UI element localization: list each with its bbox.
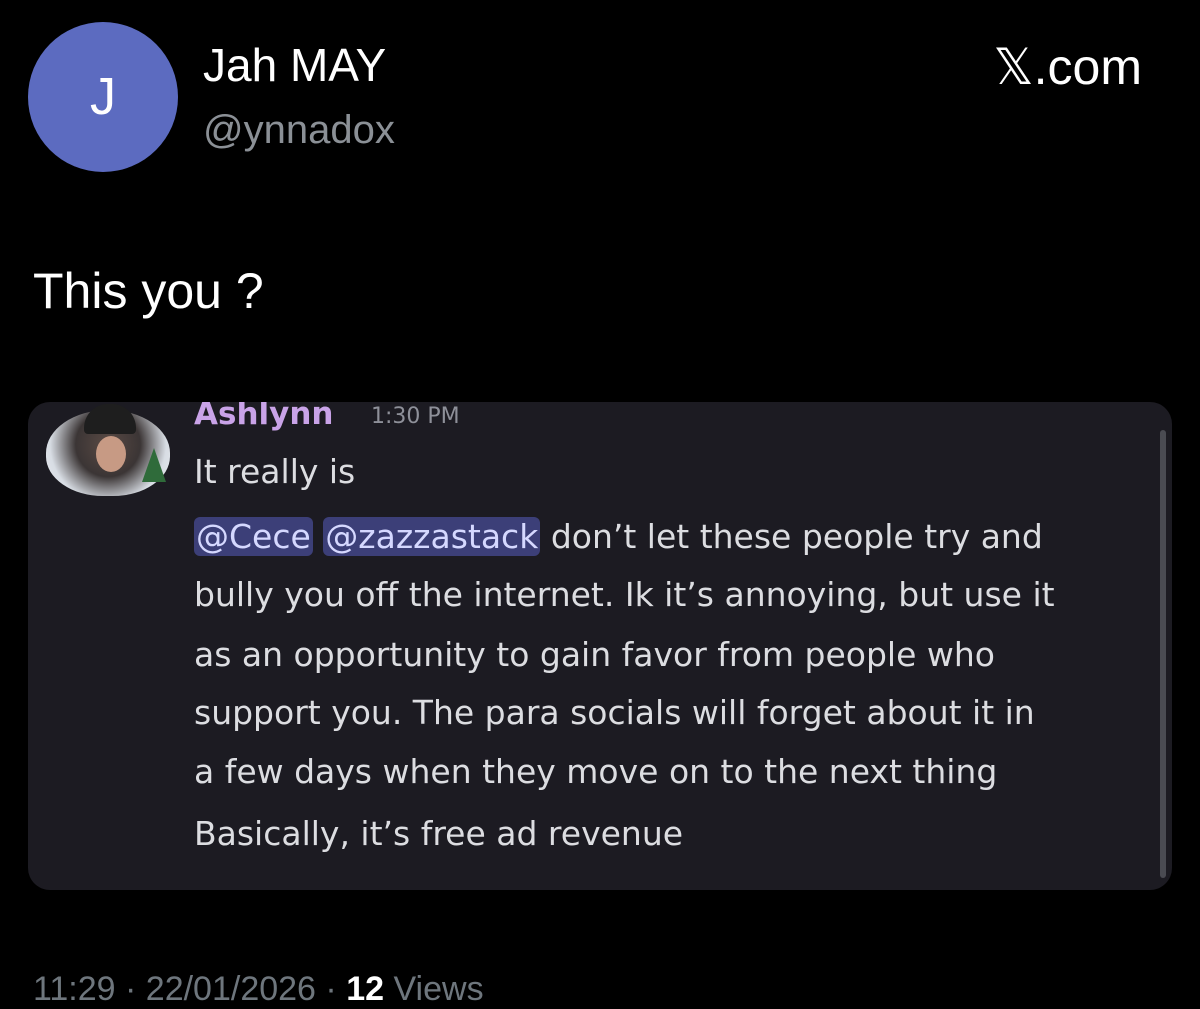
message-timestamp: 1:30 PM bbox=[371, 404, 460, 429]
message-line-1: It really is bbox=[194, 452, 356, 491]
embedded-screenshot: Ashlynn 1:30 PM It really is @Cece @zazz… bbox=[28, 402, 1172, 890]
message-author-avatar bbox=[46, 404, 170, 496]
user-avatar[interactable]: J bbox=[28, 22, 178, 172]
views-label: Views bbox=[393, 970, 484, 1008]
message-line-3: bully you off the internet. Ik it’s anno… bbox=[194, 575, 1055, 614]
message-line-6: a few days when they move on to the next… bbox=[194, 752, 998, 791]
message-line-2: @Cece @zazzastack don’t let these people… bbox=[194, 517, 1043, 556]
site-label: 𝕏.com bbox=[993, 39, 1142, 95]
display-name[interactable]: Jah MAY bbox=[203, 38, 386, 92]
mention-zazzastack: @zazzastack bbox=[323, 517, 541, 556]
user-handle[interactable]: @ynnadox bbox=[203, 108, 395, 153]
avatar-tree-shape bbox=[142, 448, 166, 482]
message-line-7: Basically, it’s free ad revenue bbox=[194, 814, 684, 853]
message-line-4: as an opportunity to gain favor from peo… bbox=[194, 635, 995, 674]
mention-cece: @Cece bbox=[194, 517, 313, 556]
tweet-date: 22/01/2026 bbox=[145, 970, 316, 1008]
message-line-2-text: don’t let these people try and bbox=[550, 517, 1043, 556]
tweet-time: 11:29 bbox=[33, 970, 116, 1008]
message-author: Ashlynn bbox=[194, 402, 334, 432]
avatar-face-shape bbox=[96, 436, 126, 472]
avatar-hat-shape bbox=[84, 404, 136, 434]
embed-scrollbar bbox=[1160, 430, 1166, 878]
message-line-5: support you. The para socials will forge… bbox=[194, 693, 1035, 732]
avatar-letter: J bbox=[90, 68, 116, 126]
tweet-text: This you ? bbox=[33, 263, 264, 319]
views-count: 12 bbox=[346, 970, 385, 1008]
